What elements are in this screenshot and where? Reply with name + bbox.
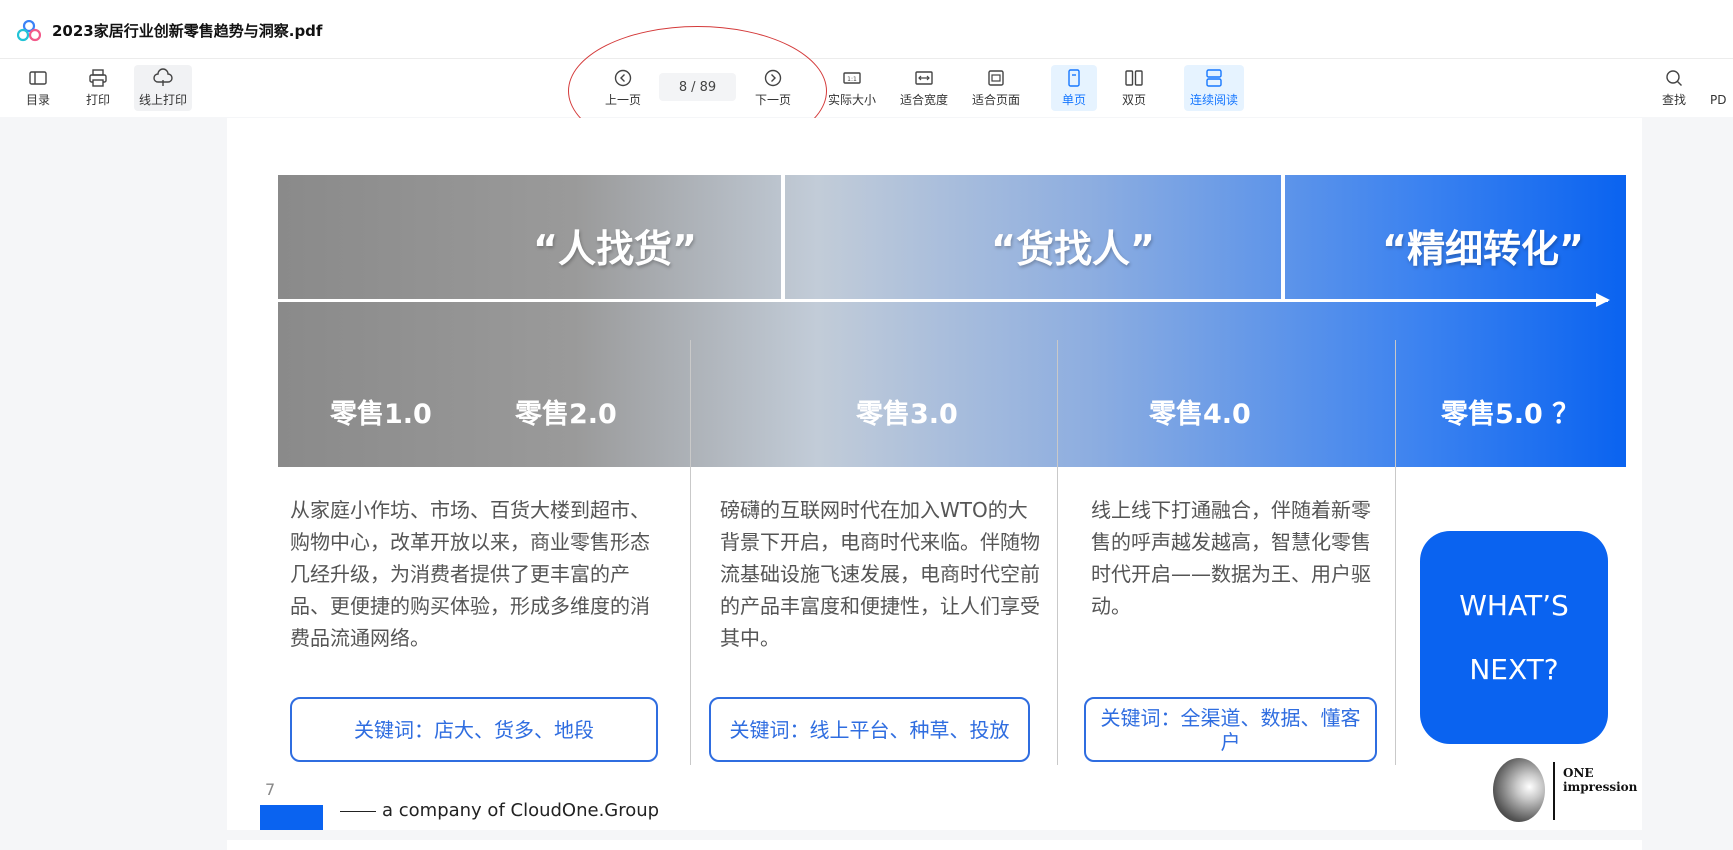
print-button[interactable]: 打印 [78,65,118,111]
company-text: a company of CloudOne.Group [382,800,660,821]
column-divider [690,340,691,765]
one-impression-logo-mark [1493,758,1545,822]
banner-divider [1281,175,1285,302]
app-logo-icon [17,20,41,42]
actual-size-button[interactable]: 1:1 实际大小 [826,65,878,111]
document-title: 2023家居行业创新零售趋势与洞察.pdf [52,22,323,40]
continuous-reading-label: 连续阅读 [1189,93,1238,107]
single-page-icon [1068,69,1080,87]
fit-page-icon [988,70,1004,86]
continuous-reading-icon [1206,69,1222,87]
toc-label: 目录 [25,93,50,107]
stage-retail-5: 零售5.0 ？ [1441,399,1580,430]
pdf-tool-label: PD [1710,92,1727,107]
fit-width-label: 适合宽度 [899,93,948,107]
stage-retail-2: 零售2.0 [515,399,617,430]
continuous-reading-button[interactable]: 连续阅读 [1184,65,1244,111]
current-page-value: 8 [678,79,688,95]
find-button[interactable]: 查找 [1652,65,1696,111]
stage-retail-4: 零售4.0 [1149,399,1251,430]
tagline-dash [340,811,376,812]
chevron-left-circle-icon [614,69,632,87]
description-retail-3: 磅礴的互联网时代在加入WTO的大背景下开启，电商时代来临。伴随物流基础设施飞速发… [720,498,1040,650]
logo-text-line-2: impression [1563,780,1638,794]
find-label: 查找 [1661,93,1686,107]
double-page-label: 双页 [1121,93,1146,107]
prev-page-label: 上一页 [604,93,641,107]
one-impression-logo-text: ONE impression [1563,766,1637,794]
keywords-box-1: 关键词：店大、货多、地段 [290,697,658,762]
print-label: 打印 [85,93,110,107]
cloud-print-icon [153,68,173,86]
fit-page-button[interactable]: 适合页面 [970,65,1022,111]
logo-divider [1553,762,1555,820]
search-icon [1666,70,1682,86]
banner-divider [781,175,785,302]
slide-page-number: 7 [265,780,276,799]
page-number-input[interactable]: 8 / 89 [659,73,736,101]
next-document-page [227,840,1642,850]
total-pages-value: / 89 [691,79,717,95]
keywords-box-2: 关键词：线上平台、种草、投放 [709,697,1030,762]
logo-text-line-1: ONE [1563,766,1594,780]
slogan-refined-conversion: “精细转化” [1382,227,1584,271]
description-retail-1-2: 从家庭小作坊、市场、百货大楼到超市、购物中心，改革开放以来，商业零售形态几经升级… [290,498,650,650]
prev-page-button[interactable]: 上一页 [600,65,646,111]
actual-size-label: 实际大小 [827,93,876,107]
whats-next-line-2: NEXT? [1469,652,1559,686]
column-divider [1395,340,1396,765]
timeline-arrow-line [278,299,1608,302]
stage-retail-1: 零售1.0 [330,399,432,430]
stage-retail-3: 零售3.0 [856,399,958,430]
chevron-right-circle-icon [764,69,782,87]
whats-next-card: WHAT’S NEXT? [1420,531,1608,744]
online-print-label: 线上打印 [138,93,187,107]
printer-icon [89,69,107,87]
slogan-people-find-goods: “人找货” [533,227,697,271]
timeline-arrowhead [1596,293,1610,307]
fit-width-icon [915,71,933,85]
online-print-button[interactable]: 线上打印 [134,65,192,111]
next-page-button[interactable]: 下一页 [750,65,796,111]
sidebar-toc-icon [29,71,47,85]
svg-text:1:1: 1:1 [847,76,857,83]
company-tagline: a company of CloudOne.Group [340,800,659,821]
double-page-icon [1125,70,1143,86]
brand-blue-block [260,805,323,830]
title-bar: 2023家居行业创新零售趋势与洞察.pdf [0,0,1733,59]
single-page-button[interactable]: 单页 [1051,65,1097,111]
next-page-label: 下一页 [754,93,791,107]
toc-button[interactable]: 目录 [18,65,58,111]
description-retail-4: 线上线下打通融合，伴随着新零售的呼声越发越高，智慧化零售时代开启——数据为王、用… [1091,498,1371,618]
pdf-tool-button[interactable]: PD [1710,65,1733,111]
toolbar: 目录 打印 线上打印 上一页 下一页 1:1 实际大小 适合宽度 适合页面 单页… [0,59,1733,117]
whats-next-line-1: WHAT’S [1459,588,1569,622]
actual-size-icon: 1:1 [843,72,861,84]
double-page-button[interactable]: 双页 [1111,65,1157,111]
slogan-goods-find-people: “货找人” [991,227,1155,271]
column-divider [1057,340,1058,765]
fit-page-label: 适合页面 [971,93,1020,107]
single-page-label: 单页 [1061,93,1086,107]
keywords-box-3: 关键词：全渠道、数据、懂客户 [1084,697,1377,762]
fit-width-button[interactable]: 适合宽度 [898,65,950,111]
